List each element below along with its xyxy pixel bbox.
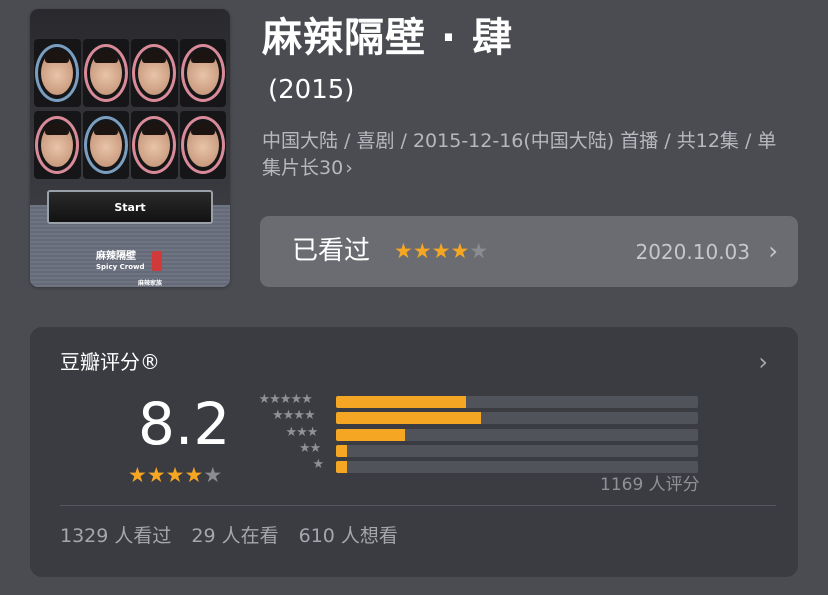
watched-status-bar[interactable]: 已看过 ★★★★★ 2020.10.03 › bbox=[260, 216, 798, 287]
poster-face-ring bbox=[83, 44, 128, 102]
watched-date: 2020.10.03 bbox=[635, 240, 750, 264]
poster-face-portrait bbox=[41, 123, 74, 167]
star-empty-icon: ★ bbox=[469, 239, 489, 263]
release-year: (2015) bbox=[268, 75, 355, 105]
poster-logo-badge bbox=[152, 251, 162, 271]
poster-face-ring bbox=[35, 116, 80, 174]
rating-count: 1169 人评分 bbox=[600, 475, 700, 495]
poster-image[interactable]: Start 麻辣隔壁 Spicy Crowd 麻辣家族 bbox=[30, 9, 230, 287]
douban-rating-card[interactable]: 豆瓣评分® › 8.2 ★★★★★ ★★★★★ ★★★★ ★★★ ★★ ★ 1169 人… bbox=[30, 327, 798, 577]
watched-label: 已看过 bbox=[292, 236, 371, 266]
poster-face bbox=[82, 39, 129, 107]
poster-logo: 麻辣隔壁 Spicy Crowd 麻辣家族 bbox=[96, 251, 162, 287]
my-rating-stars: ★★★★★ bbox=[394, 238, 488, 264]
distribution-bar bbox=[336, 461, 347, 474]
star-filled-icon: ★ bbox=[165, 463, 185, 487]
poster-start-button: Start bbox=[47, 190, 213, 224]
poster-face-ring bbox=[132, 44, 177, 102]
rating-score: 8.2 bbox=[138, 390, 231, 458]
star-filled-icon: ★ bbox=[184, 463, 204, 487]
distribution-bar bbox=[336, 444, 347, 457]
audience-stats: 1329 人看过 29 人在看 610 人想看 bbox=[60, 523, 398, 549]
distribution-row: ★★★★ bbox=[256, 408, 706, 425]
poster-face-ring bbox=[180, 116, 225, 174]
poster-face-ring bbox=[83, 116, 128, 174]
distribution-track bbox=[336, 461, 698, 474]
show-meta[interactable]: 中国大陆 / 喜剧 / 2015-12-16(中国大陆) 首播 / 共12集 /… bbox=[262, 128, 792, 182]
poster-face-portrait bbox=[186, 51, 219, 95]
distribution-track bbox=[336, 428, 698, 441]
distribution-track bbox=[336, 444, 698, 457]
poster-logo-maker: 麻辣家族 bbox=[138, 280, 163, 287]
chevron-right-icon[interactable]: › bbox=[758, 347, 768, 377]
star-filled-icon: ★ bbox=[431, 239, 451, 263]
poster-face bbox=[179, 39, 226, 107]
poster-face bbox=[34, 39, 81, 107]
distribution-star-label: ★ bbox=[312, 457, 325, 473]
distribution-bar bbox=[336, 412, 481, 425]
poster-logo-title: 麻辣隔壁 bbox=[96, 251, 136, 262]
poster-face-portrait bbox=[41, 51, 74, 95]
distribution-bar bbox=[336, 396, 467, 408]
poster-face bbox=[179, 111, 226, 179]
stat-watched[interactable]: 1329 人看过 bbox=[60, 523, 171, 549]
divider bbox=[60, 505, 776, 506]
poster-face bbox=[131, 39, 178, 107]
poster-face bbox=[34, 111, 81, 179]
page-title: 麻辣隔壁 · 肆 bbox=[262, 15, 514, 61]
star-filled-icon: ★ bbox=[394, 239, 413, 263]
poster-face-ring bbox=[35, 44, 80, 102]
star-filled-icon: ★ bbox=[412, 239, 432, 263]
chevron-right-icon: › bbox=[345, 157, 353, 179]
distribution-track bbox=[336, 396, 698, 408]
star-filled-icon: ★ bbox=[146, 463, 166, 487]
distribution-star-label: ★★★★★ bbox=[258, 392, 313, 407]
show-meta-text: 中国大陆 / 喜剧 / 2015-12-16(中国大陆) 首播 / 共12集 /… bbox=[262, 130, 777, 179]
stat-watching[interactable]: 29 人在看 bbox=[191, 523, 278, 549]
poster-face-portrait bbox=[89, 123, 122, 167]
poster-face-portrait bbox=[89, 51, 122, 95]
star-filled-icon: ★ bbox=[450, 239, 470, 263]
distribution-star-label: ★★ bbox=[299, 440, 321, 456]
poster-faces-grid bbox=[34, 39, 226, 179]
chevron-right-icon: › bbox=[768, 237, 778, 265]
distribution-bar bbox=[336, 428, 405, 441]
star-empty-icon: ★ bbox=[203, 463, 223, 487]
distribution-track bbox=[336, 412, 698, 425]
poster-face bbox=[82, 111, 129, 179]
poster-face-ring bbox=[180, 44, 225, 102]
poster-logo-subtitle: Spicy Crowd bbox=[96, 263, 145, 271]
star-filled-icon: ★ bbox=[128, 463, 147, 487]
distribution-row: ★★★ bbox=[256, 424, 706, 442]
distribution-row: ★★ bbox=[256, 440, 706, 458]
rating-score-stars: ★★★★★ bbox=[128, 462, 222, 488]
distribution-row: ★★★★★ bbox=[256, 392, 706, 409]
poster-face-ring bbox=[132, 116, 177, 174]
poster-face bbox=[131, 111, 178, 179]
stat-want[interactable]: 610 人想看 bbox=[299, 523, 398, 549]
poster-face-portrait bbox=[186, 123, 219, 167]
poster-face-portrait bbox=[138, 123, 171, 167]
rating-card-title: 豆瓣评分® bbox=[60, 350, 160, 374]
distribution-star-label: ★★★★ bbox=[272, 408, 316, 424]
poster-face-portrait bbox=[138, 51, 171, 95]
distribution-star-label: ★★★ bbox=[285, 424, 319, 440]
